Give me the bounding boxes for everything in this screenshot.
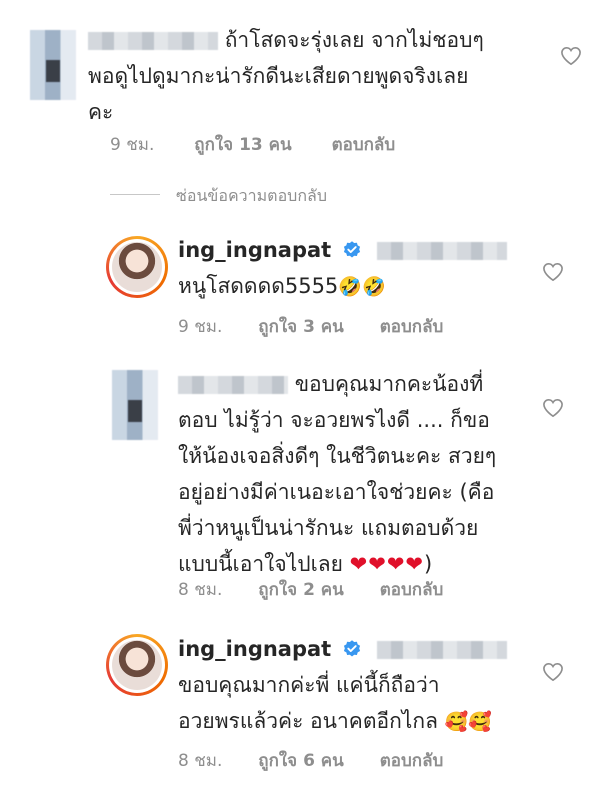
comment-text-line: ขอบคุณมากคะน้องที่ [294, 372, 484, 396]
like-count[interactable]: ถูกใจ 13 คน [194, 131, 291, 158]
username-redacted[interactable] [178, 376, 288, 394]
reply-button[interactable]: ตอบกลับ [380, 576, 444, 603]
avatar[interactable] [106, 634, 168, 696]
avatar[interactable] [106, 236, 168, 298]
heart-outline-icon[interactable] [560, 46, 582, 66]
comment-meta: 9 ชม. ถูกใจ 13 คน ตอบกลับ [110, 131, 395, 158]
heart-outline-icon[interactable] [542, 262, 564, 282]
comment-text-line: ตอบ ไม่รู้ว่า จะอวยพรไงดี .... ก็ขอ [178, 408, 490, 432]
comment-text-line: คะ [88, 100, 114, 124]
verified-badge-icon [343, 241, 361, 258]
emoji-smiling-hearts: 🥰🥰 [444, 711, 492, 733]
closing-paren: ) [424, 552, 433, 576]
comment-meta: 8 ชม. ถูกใจ 6 คน ตอบกลับ [178, 747, 443, 774]
comment-time: 9 ชม. [178, 317, 223, 337]
comment-text-line: พี่ว่าหนูเป็นน่ารักนะ แถมตอบด้วย [178, 516, 479, 540]
comment-meta: 9 ชม. ถูกใจ 3 คน ตอบกลับ [178, 313, 443, 340]
heart-outline-icon[interactable] [542, 662, 564, 682]
mention-redacted[interactable] [376, 242, 507, 260]
comment-text-line: ถ้าโสดจะรุ่งเลย จากไม่ชอบๆ [224, 28, 484, 52]
comment-text-line: แบบนี้เอาใจไปเลย [178, 552, 343, 576]
mention-redacted[interactable] [376, 641, 507, 659]
comment-text-line: อวยพรแล้วค่ะ อนาคตอีกไกล [178, 709, 438, 733]
divider [110, 194, 160, 195]
comment-time: 8 ชม. [178, 580, 223, 600]
heart-outline-icon[interactable] [542, 398, 564, 418]
username[interactable]: ing_ingnapat [178, 637, 331, 661]
comment-text-line: ให้น้องเจอสิ่งดีๆ ในชีวิตนะคะ สวยๆ [178, 444, 497, 468]
reply-button[interactable]: ตอบกลับ [380, 747, 444, 774]
comment-text-line: พอดูไปดูมากะน่ารักดีนะเสียดายพูดจริงเลย [88, 64, 469, 88]
reply-button[interactable]: ตอบกลับ [332, 131, 396, 158]
like-count[interactable]: ถูกใจ 2 คน [258, 576, 344, 603]
username-redacted[interactable] [88, 32, 218, 50]
comment-time: 8 ชม. [178, 751, 223, 771]
like-count[interactable]: ถูกใจ 6 คน [258, 747, 344, 774]
like-count[interactable]: ถูกใจ 3 คน [258, 313, 344, 340]
comment-text-line: อยู่อย่างมีค่าเนอะเอาใจช่วยคะ (คือ [178, 480, 495, 504]
comment-time: 9 ชม. [110, 135, 155, 155]
username[interactable]: ing_ingnapat [178, 238, 331, 262]
comment-text: หนูโสดดดด5555 [178, 274, 339, 298]
reply-button[interactable]: ตอบกลับ [380, 313, 444, 340]
comment-meta: 8 ชม. ถูกใจ 2 คน ตอบกลับ [178, 576, 443, 603]
comment-text-line: ขอบคุณมากค่ะพี่ แค่นี้ก็ถือว่า [178, 673, 440, 697]
avatar[interactable] [112, 370, 158, 440]
avatar[interactable] [30, 30, 76, 100]
red-hearts-emoji: ❤❤❤❤ [349, 552, 425, 576]
verified-badge-icon [343, 640, 361, 657]
hide-replies-button[interactable]: ซ่อนข้อความตอบกลับ [176, 184, 327, 209]
emoji-rofl: 🤣🤣 [338, 276, 386, 298]
